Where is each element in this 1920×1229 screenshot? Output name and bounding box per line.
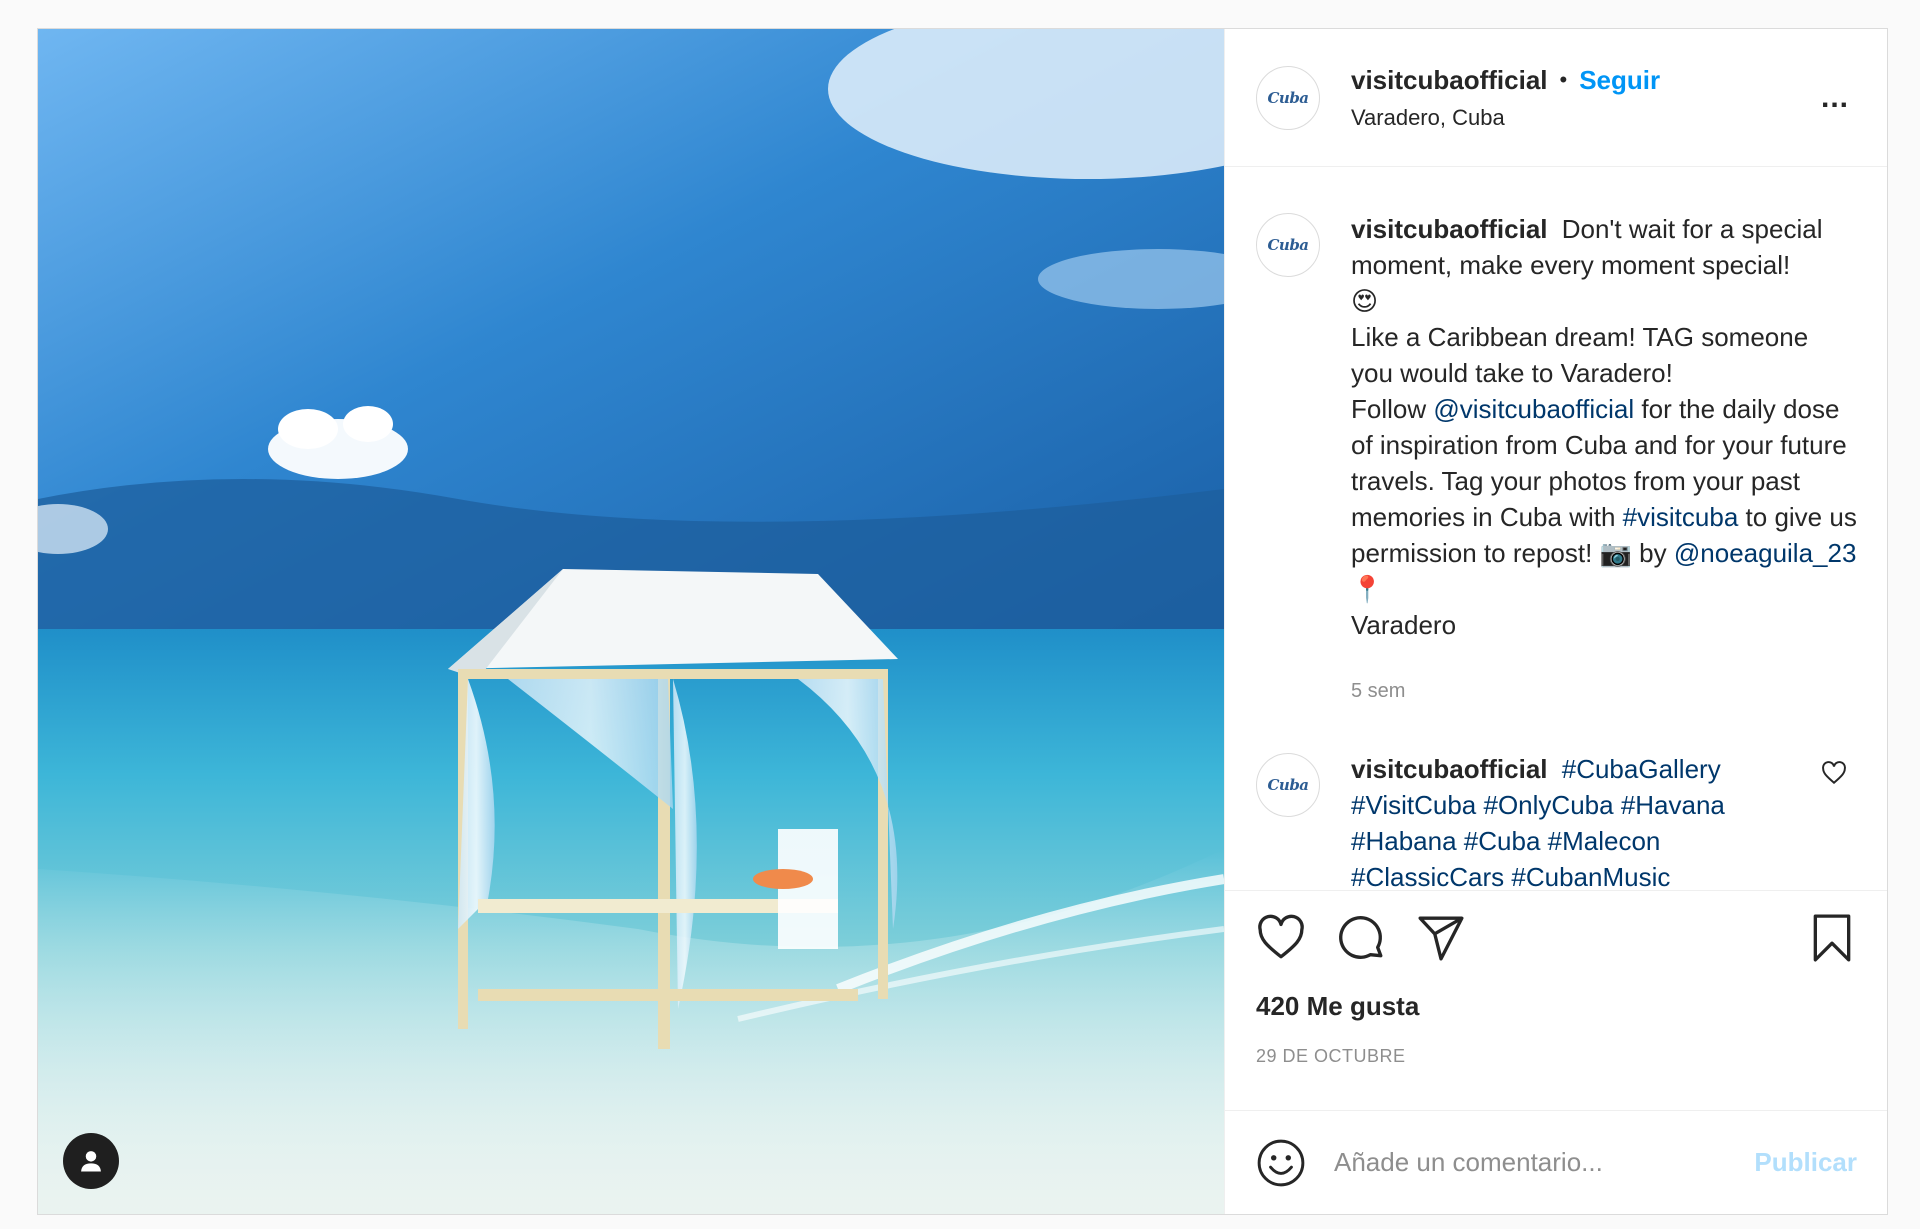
caption-username[interactable]: visitcubaofficial: [1351, 214, 1548, 244]
hashtag-visitcuba[interactable]: #visitcuba: [1623, 502, 1739, 532]
more-options-icon[interactable]: ...: [1821, 81, 1849, 115]
caption-comment: Cuba visitcubaofficial Don't wait for a …: [1256, 211, 1857, 709]
caption-text: visitcubaofficial Don't wait for a speci…: [1351, 211, 1857, 709]
tagged-users-button[interactable]: [63, 1133, 119, 1189]
hashtag[interactable]: #OnlyCuba: [1484, 790, 1614, 820]
beach-cabana-photo: [38, 29, 1224, 1214]
hashtag[interactable]: #VisitCuba: [1351, 790, 1476, 820]
hashtag[interactable]: #Habana: [1351, 826, 1457, 856]
separator-dot: •: [1559, 67, 1568, 92]
cuba-logo: Cuba: [1267, 236, 1309, 254]
caption-text-2: Like a Caribbean dream! TAG someone you …: [1351, 322, 1809, 388]
header-text: visitcubaofficial • Seguir Varadero, Cub…: [1351, 65, 1660, 131]
hashtag[interactable]: #Cuba: [1464, 826, 1541, 856]
likes-count[interactable]: 420 Me gusta: [1256, 991, 1887, 1022]
caption-text-4: Varadero: [1351, 610, 1457, 640]
avatar[interactable]: Cuba: [1256, 213, 1320, 277]
caption-time[interactable]: 5 sem: [1351, 673, 1857, 709]
comment-icon[interactable]: [1336, 913, 1386, 963]
camera-emoji: 📷: [1599, 538, 1632, 568]
post-location[interactable]: Varadero, Cuba: [1351, 105, 1660, 131]
mention-noeaguila[interactable]: @noeaguila_23: [1674, 538, 1857, 568]
comment-composer: Publicar: [1225, 1110, 1887, 1214]
heart-eyes-emoji: 😍: [1351, 286, 1379, 316]
header-user-line: visitcubaofficial • Seguir: [1351, 65, 1660, 96]
cuba-logo: Cuba: [1267, 776, 1309, 794]
paper-plane-icon[interactable]: [1416, 913, 1466, 963]
hashtag[interactable]: #Havana: [1621, 790, 1725, 820]
instagram-post: Cuba visitcubaofficial • Seguir Varadero…: [37, 28, 1888, 1215]
user-tag-icon: [81, 1151, 101, 1172]
pin-emoji: 📍: [1351, 574, 1384, 604]
post-date[interactable]: 29 DE OCTUBRE: [1256, 1046, 1887, 1067]
emoji-icon[interactable]: [1256, 1138, 1306, 1188]
post-photo[interactable]: [38, 29, 1224, 1214]
mention-visitcubaofficial[interactable]: @visitcubaofficial: [1433, 394, 1634, 424]
comments-section[interactable]: Cuba visitcubaofficial Don't wait for a …: [1225, 167, 1887, 890]
hashtag-comment-text: visitcubaofficial #CubaGallery #VisitCub…: [1351, 751, 1811, 890]
follow-button[interactable]: Seguir: [1579, 65, 1660, 96]
comment-input[interactable]: [1334, 1147, 1755, 1178]
comment-like-heart-icon[interactable]: [1821, 761, 1847, 785]
hashtag[interactable]: #ClassicCars: [1351, 862, 1504, 890]
post-side-panel: Cuba visitcubaofficial • Seguir Varadero…: [1224, 29, 1887, 1214]
publish-button[interactable]: Publicar: [1754, 1147, 1857, 1178]
hashtag[interactable]: #CubanMusic: [1511, 862, 1670, 890]
cuba-logo: Cuba: [1267, 88, 1309, 107]
hashtag[interactable]: #Malecon: [1548, 826, 1661, 856]
post-actions-area: 420 Me gusta 29 DE OCTUBRE: [1225, 890, 1887, 1110]
caption-text-3d: by: [1639, 538, 1667, 568]
action-bar: [1225, 891, 1887, 963]
caption-text-3a: Follow: [1351, 394, 1427, 424]
bookmark-icon[interactable]: [1807, 913, 1857, 963]
avatar[interactable]: Cuba: [1256, 65, 1320, 130]
hashtag[interactable]: #CubaGallery: [1562, 754, 1721, 784]
avatar[interactable]: Cuba: [1256, 753, 1320, 817]
comment-username[interactable]: visitcubaofficial: [1351, 754, 1548, 784]
hashtag-comment: Cuba visitcubaofficial #CubaGallery #Vis…: [1256, 751, 1857, 890]
post-header: Cuba visitcubaofficial • Seguir Varadero…: [1225, 29, 1887, 167]
heart-icon[interactable]: [1256, 913, 1306, 963]
post-username[interactable]: visitcubaofficial: [1351, 65, 1548, 96]
